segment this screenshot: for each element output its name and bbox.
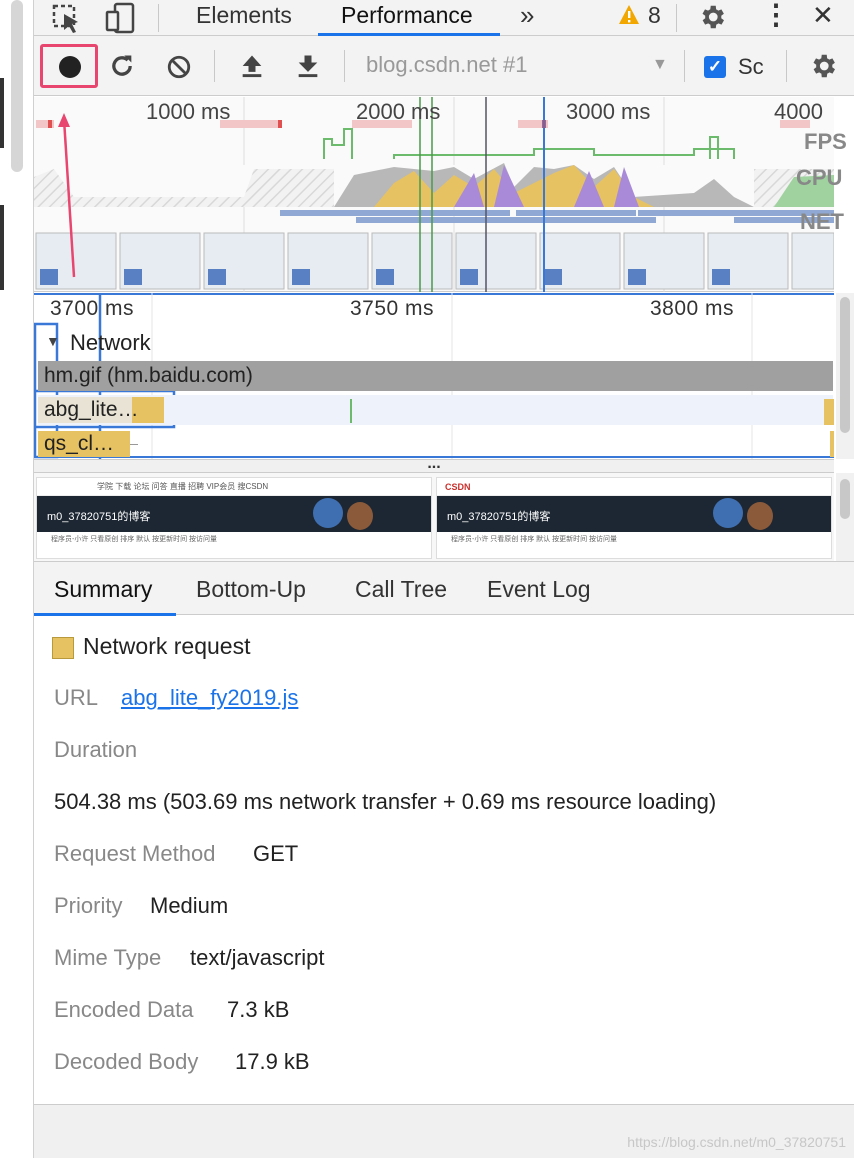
toolbar-separator — [676, 4, 677, 32]
duration-value: 504.38 ms (503.69 ms network transfer + … — [54, 789, 717, 814]
upload-profile-icon[interactable] — [238, 52, 266, 80]
encoded-data-value: 7.3 kB — [227, 997, 290, 1022]
net-lane-label: NET — [800, 209, 844, 234]
network-request-swatch — [52, 637, 74, 659]
page-edge-marker — [0, 78, 4, 148]
capture-settings-gear-icon[interactable] — [808, 51, 838, 81]
expand-triangle-icon[interactable]: ▼ — [46, 333, 60, 349]
request-method-value: GET — [253, 841, 299, 866]
tab-event-log[interactable]: Event Log — [487, 562, 591, 616]
request-whisker — [130, 444, 138, 445]
tab-call-tree[interactable]: Call Tree — [355, 562, 447, 616]
overview-tick-label: 4000 ms — [774, 99, 830, 124]
scrollbar-thumb[interactable] — [840, 297, 850, 433]
ruler-tick-label: 3700 ms — [50, 297, 135, 320]
screenshot-blog-title: m0_37820751的博客 — [47, 511, 151, 523]
chevron-down-icon[interactable]: ▼ — [652, 56, 668, 74]
inspect-element-icon[interactable] — [50, 2, 84, 34]
overview-tick-label: 3000 ms — [566, 99, 651, 124]
network-track-title[interactable]: Network — [70, 330, 151, 356]
tab-bottom-up[interactable]: Bottom-Up — [196, 562, 306, 616]
record-icon — [59, 56, 81, 78]
more-options-kebab[interactable]: ⋮ — [762, 0, 790, 36]
toolbar-separator — [344, 50, 345, 82]
tab-performance[interactable]: Performance — [341, 0, 473, 36]
screenshots-checkbox[interactable]: ✓ — [704, 56, 726, 78]
overview-tick-label: 1000 ms — [146, 99, 231, 124]
ruler-tick-label: 3800 ms — [650, 297, 735, 320]
screenshot-filmstrip: 学院 下载 论坛 问答 直播 招聘 VIP会员 搜CSDN m0_3782075… — [34, 473, 834, 561]
csdn-logo: CSDN — [445, 482, 471, 492]
screenshot-globe — [713, 498, 743, 528]
screenshot-globe — [313, 498, 343, 528]
cpu-lane-label: CPU — [796, 165, 843, 190]
watermark: https://blog.csdn.net/m0_37820751 — [627, 1134, 846, 1150]
device-toolbar-icon[interactable] — [104, 2, 138, 34]
timeline-overview[interactable]: 1000 ms 2000 ms 3000 ms 4000 ms FPS CPU … — [34, 97, 847, 292]
record-button[interactable] — [40, 44, 98, 88]
fps-lane-label: FPS — [804, 129, 847, 154]
clear-icon[interactable] — [166, 54, 192, 80]
screenshot-nav: 学院 下载 论坛 问答 直播 招聘 VIP会员 搜CSDN — [37, 478, 431, 496]
warning-count[interactable]: 8 — [648, 0, 661, 36]
request-bar — [824, 399, 834, 425]
settings-gear-icon[interactable] — [697, 2, 727, 32]
flame-scrollbar[interactable] — [836, 293, 854, 459]
encoded-data-label: Encoded Data — [54, 997, 194, 1022]
duration-label: Duration — [54, 737, 138, 762]
screenshot-nav: CSDN — [437, 478, 831, 496]
download-profile-icon[interactable] — [294, 52, 322, 80]
decoded-body-value: 17.9 kB — [235, 1049, 310, 1074]
details-tabbar: Summary Bottom-Up Call Tree Event Log — [34, 561, 854, 616]
target-select[interactable]: blog.csdn.net #1 — [366, 52, 527, 78]
close-devtools-button[interactable]: ✕ — [812, 0, 834, 36]
page-gutter — [0, 0, 34, 1158]
page-screenshot: 学院 下载 论坛 问答 直播 招聘 VIP会员 搜CSDN m0_3782075… — [36, 477, 432, 559]
page-screenshot: CSDN m0_37820751的博客 程序员-小许 只看原创 排序 默认 按更… — [436, 477, 832, 559]
summary-panel: Network request URL abg_lite_fy2019.js D… — [34, 616, 854, 1104]
priority-label: Priority — [54, 893, 123, 918]
page-edge-marker — [0, 205, 4, 290]
ruler-tick-label: 3750 ms — [350, 297, 435, 320]
overview-tick-label: 2000 ms — [356, 99, 441, 124]
overview-graph — [34, 97, 834, 292]
warning-icon[interactable] — [618, 4, 640, 26]
toolbar-separator — [786, 50, 787, 82]
tab-summary[interactable]: Summary — [54, 562, 152, 616]
toolbar-separator — [214, 50, 215, 82]
reload-record-icon[interactable] — [108, 52, 136, 80]
page-scrollbar[interactable] — [11, 0, 23, 172]
screenshot-mascot — [347, 502, 373, 530]
request-bar — [830, 431, 834, 457]
request-abg-lite[interactable]: abg_lite… — [38, 395, 164, 425]
request-qs-cl[interactable]: qs_cl… — [38, 429, 130, 459]
network-request-row[interactable]: abg_lite… — [38, 395, 834, 425]
network-request-row[interactable]: hm.gif (hm.baidu.com) — [38, 361, 833, 391]
url-link[interactable]: abg_lite_fy2019.js — [121, 685, 298, 711]
toolbar-separator — [684, 50, 685, 82]
screenshot-meta: 程序员-小许 只看原创 排序 默认 按更新时间 按访问量 — [51, 536, 218, 543]
request-method-label: Request Method — [54, 841, 216, 866]
screenshot-mascot — [747, 502, 773, 530]
flame-chart[interactable]: 3700 ms 3750 ms 3800 ms ▼ Network hm.gif… — [34, 293, 834, 459]
frame-marker — [350, 399, 352, 423]
summary-title: Network request — [83, 633, 251, 659]
tab-elements[interactable]: Elements — [196, 0, 292, 36]
scrollbar-thumb[interactable] — [840, 479, 850, 519]
more-tabs-button[interactable]: » — [520, 0, 534, 36]
url-label: URL — [54, 685, 99, 710]
mime-type-value: text/javascript — [190, 945, 325, 970]
request-hm-gif[interactable]: hm.gif (hm.baidu.com) — [38, 361, 833, 391]
mime-type-label: Mime Type — [54, 945, 162, 970]
priority-value: Medium — [150, 893, 229, 918]
decoded-body-label: Decoded Body — [54, 1049, 199, 1074]
toolbar-separator — [158, 4, 159, 32]
devtools-window: Elements Performance » 8 ⋮ ✕ blog.csdn.n… — [0, 0, 854, 1158]
panel-footer: https://blog.csdn.net/m0_37820751 — [34, 1104, 854, 1158]
pane-resize-handle[interactable]: ... — [34, 456, 834, 473]
screenshot-meta: 程序员-小许 只看原创 排序 默认 按更新时间 按访问量 — [451, 536, 618, 543]
filmstrip-scrollbar[interactable] — [836, 473, 854, 561]
screenshots-label: Sc — [738, 54, 764, 79]
screenshot-blog-title: m0_37820751的博客 — [447, 511, 551, 523]
